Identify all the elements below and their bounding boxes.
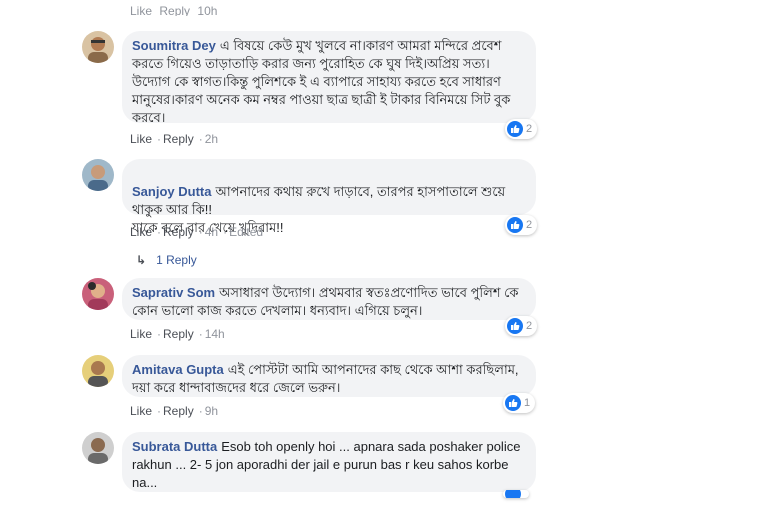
comment-bubble: Subrata Dutta Esob toh openly hoi ... apn…: [122, 432, 536, 492]
comment-sanjoy-dutta: Sanjoy Dutta আপনাদের কথায় রুখে দাড়াবে, …: [82, 159, 542, 244]
comment-author[interactable]: Amitava Gupta: [132, 362, 224, 377]
comment-saprativ-som: Saprativ Som অসাধারণ উদ্যোগ। প্রথমবার স্ব…: [82, 278, 542, 344]
reply-link[interactable]: Reply: [159, 4, 190, 16]
like-link[interactable]: Like: [130, 327, 152, 341]
thumbs-up-icon: [505, 490, 521, 498]
comment-actions: Like · Reply · 2h: [130, 132, 219, 146]
comment-author[interactable]: Soumitra Dey: [132, 38, 216, 53]
comment-subrata-dutta: Subrata Dutta Esob toh openly hoi ... apn…: [82, 432, 542, 512]
reaction-count[interactable]: 1: [503, 393, 536, 413]
reply-link[interactable]: Reply: [163, 225, 194, 239]
comment-actions: Like · Reply · 14h: [130, 327, 225, 341]
comment-author[interactable]: Saprativ Som: [132, 285, 215, 300]
comment-bubble: Sanjoy Dutta আপনাদের কথায় রুখে দাড়াবে, …: [122, 159, 536, 235]
like-link[interactable]: Like: [130, 4, 152, 16]
reply-link[interactable]: Reply: [163, 327, 194, 341]
like-link[interactable]: Like: [130, 225, 152, 239]
thumbs-up-icon: [505, 395, 521, 411]
comment-bubble: Soumitra Dey এ বিষয়ে কেউ মুখ খুলবে না।কা…: [122, 31, 536, 125]
reaction-count[interactable]: 2: [505, 119, 538, 139]
comment-bubble: Saprativ Som অসাধারণ উদ্যোগ। প্রথমবার স্ব…: [122, 278, 536, 320]
avatar[interactable]: [82, 278, 114, 310]
comment-actions: Like · Reply · 4h · Edited: [130, 225, 264, 239]
thumbs-up-icon: [507, 318, 523, 334]
timestamp[interactable]: 10h: [197, 4, 217, 16]
reaction-count[interactable]: 2: [505, 215, 538, 235]
timestamp[interactable]: 4h: [205, 225, 218, 239]
comment-actions: Like · Reply · 9h: [130, 404, 219, 418]
reply-arrow-icon: ↳: [136, 253, 147, 267]
avatar[interactable]: [82, 31, 114, 63]
reaction-count[interactable]: [503, 490, 529, 498]
thumbs-up-icon: [507, 217, 523, 233]
thumbs-up-icon: [507, 121, 523, 137]
timestamp[interactable]: 9h: [205, 404, 218, 418]
comment-amitava-gupta: Amitava Gupta এই পোস্টটা আমি আপনাদের কাছ …: [82, 355, 542, 421]
comment-bubble: Amitava Gupta এই পোস্টটা আমি আপনাদের কাছ …: [122, 355, 536, 397]
avatar[interactable]: [82, 432, 114, 464]
comment-soumitra-dey: Soumitra Dey এ বিষয়ে কেউ মুখ খুলবে না।কা…: [82, 31, 542, 151]
timestamp[interactable]: 2h: [205, 132, 218, 146]
avatar[interactable]: [82, 159, 114, 191]
avatar[interactable]: [82, 355, 114, 387]
like-link[interactable]: Like: [130, 132, 152, 146]
comment-author[interactable]: Subrata Dutta: [132, 439, 217, 454]
view-replies-link[interactable]: ↳ 1 Reply: [136, 253, 197, 267]
timestamp[interactable]: 14h: [205, 327, 225, 341]
like-link[interactable]: Like: [130, 404, 152, 418]
reply-link[interactable]: Reply: [163, 132, 194, 146]
previous-comment-actions: Like Reply 10h: [130, 4, 221, 16]
comment-author[interactable]: Sanjoy Dutta: [132, 184, 211, 199]
reaction-count[interactable]: 2: [505, 316, 538, 336]
reply-link[interactable]: Reply: [163, 404, 194, 418]
edited-label[interactable]: Edited: [229, 225, 263, 239]
